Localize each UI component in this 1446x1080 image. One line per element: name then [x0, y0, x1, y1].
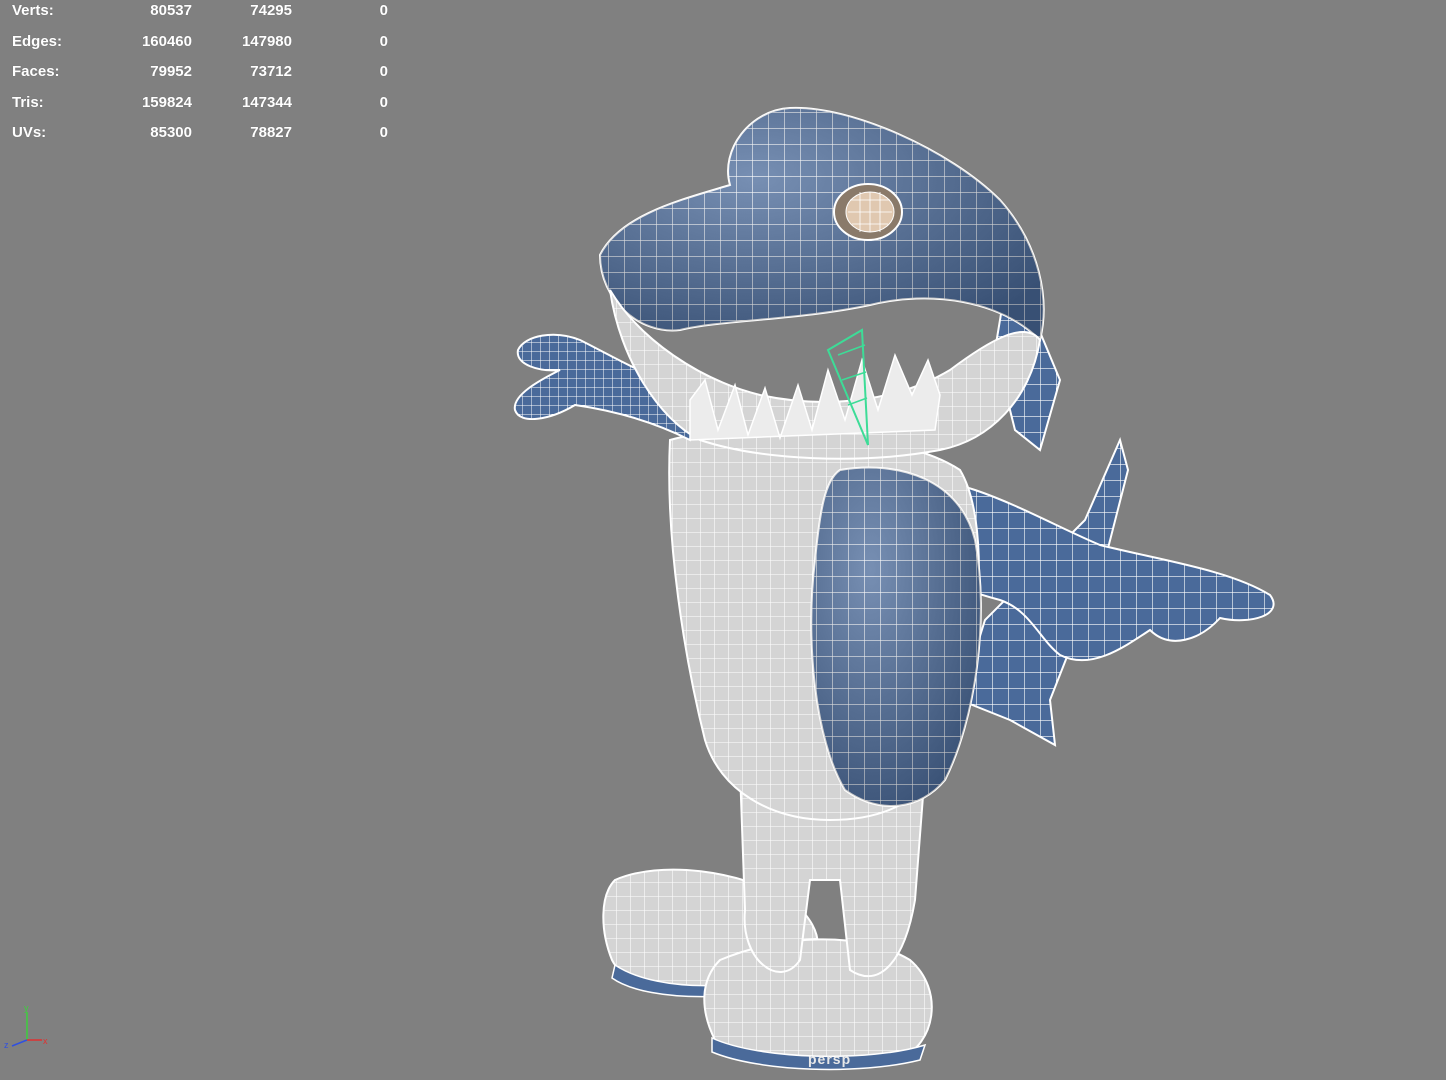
- axis-y-label: y: [24, 1003, 29, 1013]
- axis-z-label: z: [4, 1040, 9, 1050]
- 3d-viewport[interactable]: Verts: 80537 74295 0 Edges: 160460 14798…: [0, 0, 1446, 1080]
- shark-character-model[interactable]: [0, 0, 1446, 1080]
- axis-x-label: x: [43, 1036, 48, 1046]
- camera-label: persp: [808, 1051, 852, 1067]
- axis-gizmo: y x z: [4, 1003, 48, 1050]
- right-foot: [703, 938, 933, 1066]
